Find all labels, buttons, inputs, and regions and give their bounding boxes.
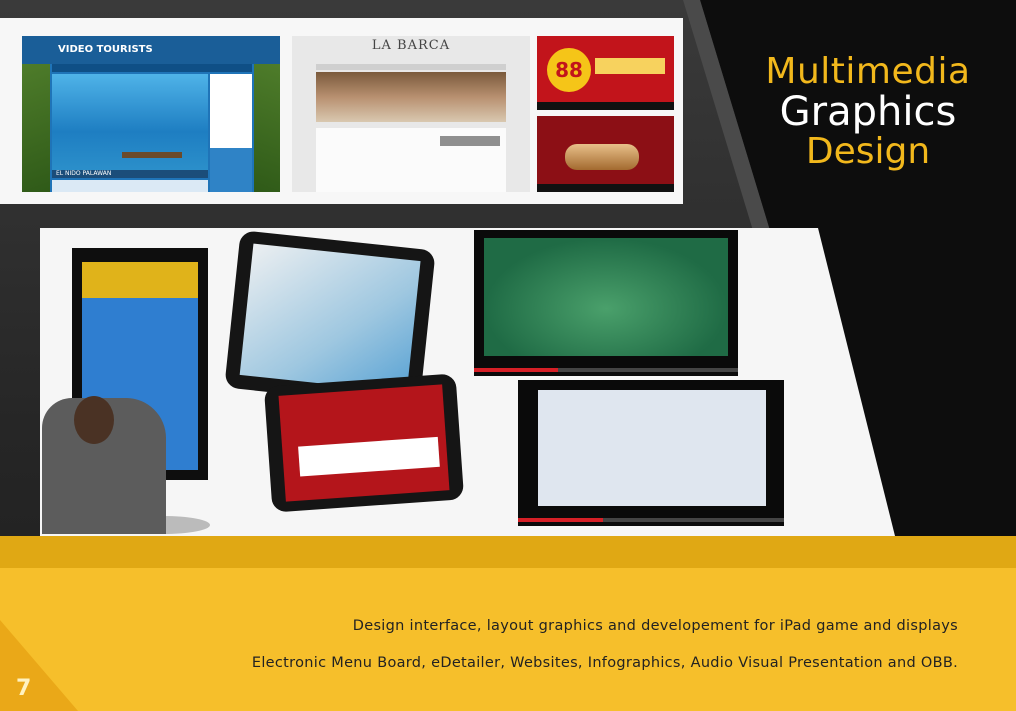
- destination-banner: EL NIDO PALAWAN: [52, 170, 208, 178]
- video-player-bar: [537, 102, 674, 110]
- la-barca-logo: LA BARCA: [371, 38, 451, 53]
- presentation-video-screen: [538, 390, 766, 506]
- title-line-1: Multimedia: [765, 51, 971, 92]
- ipad-edetailer-bottom: [263, 373, 465, 513]
- restaurant-photo: [316, 72, 506, 122]
- hotel-ad: [210, 148, 252, 192]
- page-number: 7: [16, 676, 32, 701]
- hoagies-logo: [595, 58, 665, 74]
- palm-left-image: [22, 64, 50, 192]
- title-line-2: Graphics: [779, 89, 957, 135]
- ipad-top-screen: [239, 243, 421, 393]
- video-tourists-header: VIDEO TOURISTS: [22, 36, 280, 64]
- video-progress-bar: [518, 518, 784, 522]
- video-player-bar: [537, 184, 674, 192]
- caption-line-2: Electronic Menu Board, eDetailer, Websit…: [251, 655, 958, 671]
- animated-presentation-video-player: [518, 380, 784, 526]
- infographic-video-screen: [484, 238, 728, 356]
- hero-beach-image: [52, 74, 208, 170]
- site-nav-bar: [52, 64, 252, 72]
- palm-right-image: [254, 64, 280, 192]
- video-tourists-website-thumbnail: VIDEO TOURISTS EL NIDO PALAWAN: [22, 36, 280, 192]
- title-line-3: Design: [805, 131, 931, 172]
- la-barca-website-thumbnail: LA BARCA: [292, 36, 530, 192]
- video-progress-bar: [474, 368, 738, 372]
- site-nav-bar: [316, 64, 506, 70]
- sandwich-image: [565, 144, 639, 170]
- hoagies-obb-frame-2: [537, 116, 674, 192]
- reservation-box: [440, 136, 500, 146]
- person-head: [74, 396, 114, 444]
- section-title: Multimedia Graphics Design: [758, 54, 978, 170]
- kiosk-game-header: [82, 262, 198, 298]
- caption-line-1: Design interface, layout graphics and de…: [352, 618, 958, 634]
- infographic-video-player: [474, 230, 738, 376]
- thumbnail-row: [52, 180, 208, 192]
- hoagies-obb-frame-1: 88: [537, 36, 674, 110]
- price-badge: 88: [547, 48, 591, 92]
